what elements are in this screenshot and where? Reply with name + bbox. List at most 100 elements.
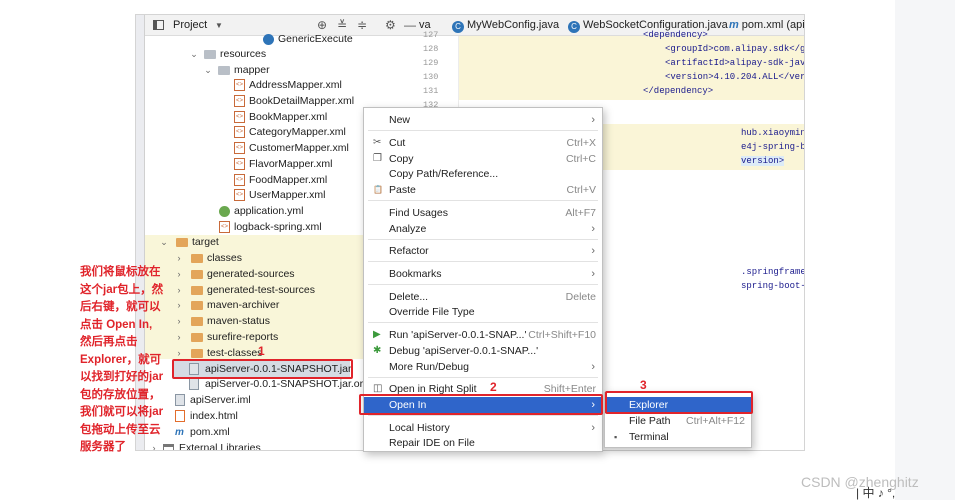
menu-shortcut: Ctrl+Shift+F10: [528, 329, 596, 341]
menu-separator: [368, 415, 598, 416]
tree-item[interactable]: <> BookMapper.xml: [234, 110, 327, 125]
chevron-right-icon[interactable]: ›: [174, 267, 184, 282]
chevron-right-icon[interactable]: ›: [174, 314, 184, 329]
tree-item[interactable]: <> BookDetailMapper.xml: [234, 94, 354, 109]
chevron-right-icon: ›: [591, 361, 595, 373]
menu-item-local-history[interactable]: Local History ›: [364, 420, 602, 436]
tree-item[interactable]: <> logback-spring.xml: [219, 220, 322, 235]
crosshair-icon[interactable]: ⊕: [317, 18, 327, 32]
xml-file-icon: <>: [234, 158, 245, 170]
tree-item[interactable]: <> FlavorMapper.xml: [234, 157, 332, 172]
menu-item-run[interactable]: ▶ Run 'apiServer-0.0.1-SNAP...' Ctrl+Shift…: [364, 327, 602, 343]
page-right-strip: [895, 0, 955, 500]
paste-icon: 📋: [373, 185, 383, 194]
gear-icon[interactable]: ⚙: [385, 18, 396, 32]
menu-item-override-file-type[interactable]: Override File Type: [364, 304, 602, 320]
menu-item-analyze[interactable]: Analyze ›: [364, 221, 602, 237]
annotation-line: Explorer，就可: [80, 353, 162, 366]
tree-item[interactable]: › generated-test-sources: [174, 283, 315, 298]
tree-label: generated-test-sources: [207, 284, 315, 296]
chevron-down-icon[interactable]: ▼: [215, 21, 223, 30]
line-number: 127: [423, 30, 439, 40]
menu-label: Run 'apiServer-0.0.1-SNAP...': [389, 329, 527, 341]
tree-item[interactable]: application.yml: [219, 204, 303, 219]
project-title[interactable]: Project: [173, 19, 207, 31]
chevron-right-icon[interactable]: ›: [174, 283, 184, 298]
folder-icon: [176, 238, 188, 247]
chevron-right-icon[interactable]: ›: [174, 298, 184, 313]
expand-icon[interactable]: ≑: [357, 18, 367, 32]
menu-item-cut[interactable]: ✂ Cut Ctrl+X: [364, 135, 602, 151]
editor-tabs: va C MyWebConfig.java C WebSocketConfigura…: [417, 15, 804, 36]
menu-item-new[interactable]: New ›: [364, 112, 602, 128]
chevron-right-icon[interactable]: ›: [174, 251, 184, 266]
tree-label: classes: [207, 252, 243, 264]
tree-label: maven-archiver: [207, 299, 280, 311]
tree-item[interactable]: <> FoodMapper.xml: [234, 173, 327, 188]
tree-label: application.yml: [234, 205, 304, 217]
tree-item[interactable]: <> CustomerMapper.xml: [234, 141, 349, 156]
menu-item-repair-ide[interactable]: Repair IDE on File: [364, 435, 602, 451]
tree-item[interactable]: m pom.xml: [175, 425, 230, 440]
menu-item-paste[interactable]: 📋 Paste Ctrl+V: [364, 182, 602, 198]
tab-pom-xml[interactable]: mpom.xml (apiSe: [729, 19, 804, 31]
menu-item-refactor[interactable]: Refactor ›: [364, 243, 602, 259]
code-line: <dependency>: [643, 30, 708, 40]
ime-indicator[interactable]: | 中 ♪ °,: [856, 484, 955, 500]
menu-item-delete[interactable]: Delete... Delete: [364, 289, 602, 305]
tab-mywebconfig[interactable]: C MyWebConfig.java: [452, 19, 559, 33]
menu-shortcut: Ctrl+X: [566, 137, 596, 149]
tree-item[interactable]: GenericExecute: [263, 32, 353, 47]
tree-item[interactable]: › generated-sources: [174, 267, 295, 282]
menu-item-debug[interactable]: ✱ Debug 'apiServer-0.0.1-SNAP...': [364, 343, 602, 359]
tree-item[interactable]: index.html: [175, 409, 238, 424]
tree-item[interactable]: ⌄ target: [159, 235, 219, 250]
chevron-down-icon[interactable]: ⌄: [203, 63, 213, 78]
annotation-line: 包拖动上传至云: [80, 423, 161, 436]
tree-item[interactable]: <> CategoryMapper.xml: [234, 125, 346, 140]
chevron-right-icon: ›: [591, 223, 595, 235]
collapse-icon[interactable]: ≚: [337, 18, 347, 32]
maven-icon: m: [729, 19, 739, 31]
menu-separator: [368, 261, 598, 262]
chevron-down-icon[interactable]: ⌄: [159, 235, 169, 250]
tree-label: FoodMapper.xml: [249, 174, 328, 186]
tree-label: BookDetailMapper.xml: [249, 95, 355, 107]
tree-item[interactable]: › maven-archiver: [174, 298, 280, 313]
tree-label: index.html: [190, 410, 238, 422]
tree-item[interactable]: <> AddressMapper.xml: [234, 78, 342, 93]
submenu-item-terminal[interactable]: ▪ Terminal: [605, 429, 751, 445]
menu-label: Bookmarks: [389, 268, 442, 280]
xml-file-icon: <>: [234, 142, 245, 154]
submenu-item-file-path[interactable]: File Path Ctrl+Alt+F12: [605, 413, 751, 429]
annotation-line: 我们就可以将jar: [80, 406, 164, 418]
menu-separator: [368, 239, 598, 240]
menu-item-copy-path[interactable]: Copy Path/Reference...: [364, 166, 602, 182]
tree-label: test-classes: [207, 347, 263, 359]
minimize-icon[interactable]: —: [404, 18, 416, 32]
tree-item[interactable]: › surefire-reports: [174, 330, 279, 345]
tree-item[interactable]: <> UserMapper.xml: [234, 188, 325, 203]
tree-label: BookMapper.xml: [249, 111, 328, 123]
tree-item[interactable]: › maven-status: [174, 314, 271, 329]
chevron-right-icon[interactable]: ›: [174, 330, 184, 345]
chevron-down-icon[interactable]: ⌄: [189, 47, 199, 62]
line-number: 128: [423, 44, 439, 54]
menu-item-more-run-debug[interactable]: More Run/Debug ›: [364, 359, 602, 375]
code-line: version>: [741, 156, 785, 166]
menu-label: Copy: [389, 153, 414, 165]
tree-label: CustomerMapper.xml: [249, 142, 349, 154]
xml-file-icon: <>: [234, 111, 245, 123]
tree-item[interactable]: ⌄ mapper: [203, 63, 269, 78]
tree-item[interactable]: apiServer.iml: [175, 393, 251, 408]
tree-item[interactable]: › classes: [174, 251, 243, 266]
folder-icon: [191, 333, 203, 342]
menu-shortcut: Ctrl+V: [566, 184, 596, 196]
menu-item-copy[interactable]: ❐ Copy Ctrl+C: [364, 151, 602, 167]
tree-item[interactable]: apiServer-0.0.1-SNAPSHOT.jar.origina: [189, 377, 385, 392]
tree-item[interactable]: ⌄ resources: [189, 47, 266, 62]
menu-item-find-usages[interactable]: Find Usages Alt+F7: [364, 205, 602, 221]
folder-icon: [191, 270, 203, 279]
menu-item-bookmarks[interactable]: Bookmarks ›: [364, 266, 602, 282]
menu-label: Local History: [389, 422, 450, 434]
